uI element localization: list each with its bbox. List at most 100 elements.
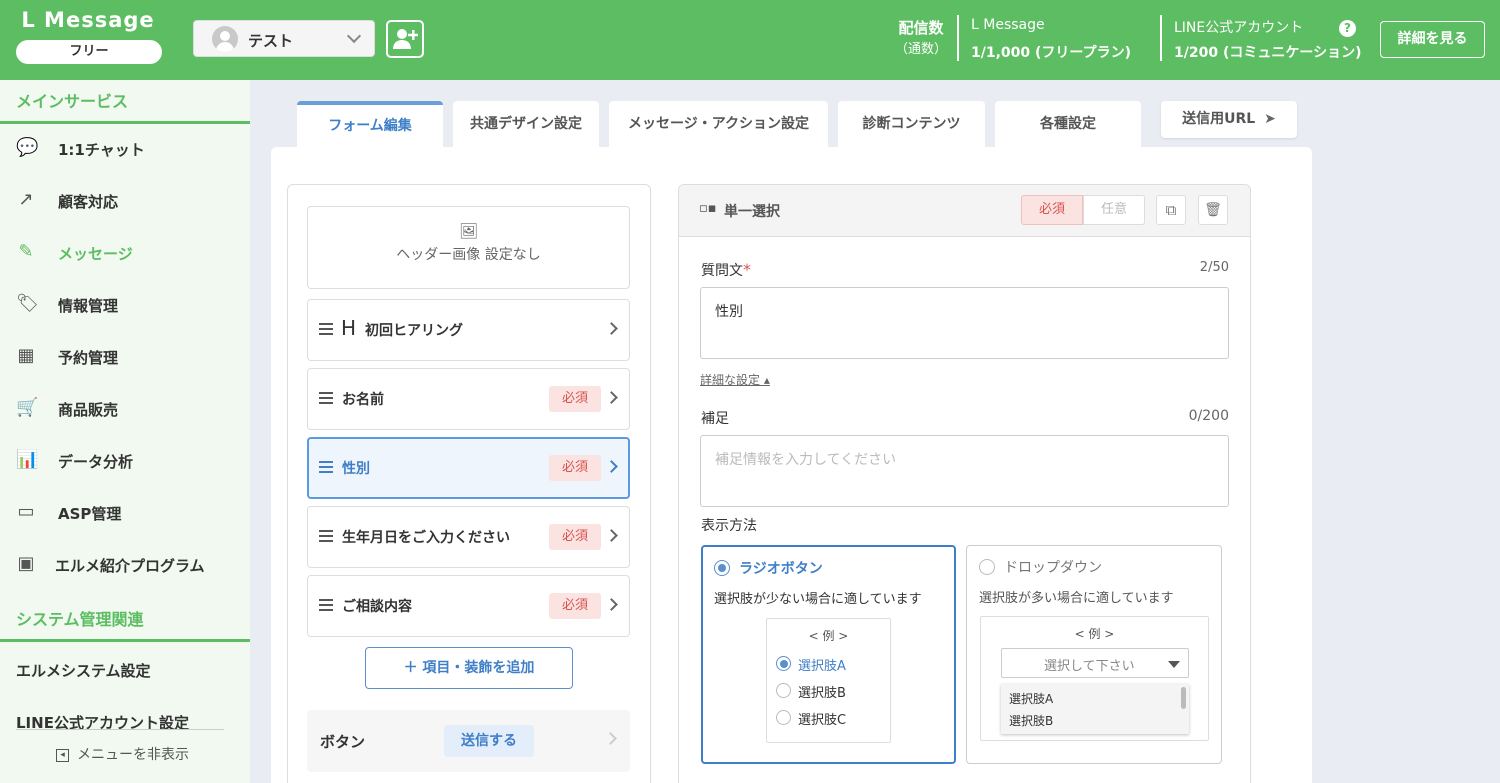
send-url-button[interactable]: 送信用URL ➤ bbox=[1161, 101, 1297, 138]
sidebar-item-info-management[interactable]: 🏷 情報管理 bbox=[0, 280, 250, 332]
sidebar-item-label: メッセージ bbox=[58, 245, 133, 263]
message-edit-icon: ✎ bbox=[18, 241, 34, 262]
sidebar-item-message[interactable]: ✎ メッセージ bbox=[0, 228, 250, 280]
sidebar-item-system-settings[interactable]: エルメシステム設定 bbox=[16, 660, 151, 681]
add-user-icon bbox=[393, 29, 418, 49]
form-item-name[interactable]: お名前 必須 bbox=[307, 368, 630, 430]
sidebar-item-label: 顧客対応 bbox=[58, 193, 119, 211]
advanced-settings-link[interactable]: 詳細な設定 ▴ bbox=[700, 371, 770, 388]
sidebar-item-label: 予約管理 bbox=[58, 349, 119, 367]
chevron-right-icon bbox=[605, 322, 618, 335]
supplement-label: 補足 bbox=[701, 411, 729, 427]
header-image-setting[interactable]: 🖼 ヘッダー画像 設定なし bbox=[307, 206, 630, 289]
radio-example-box: < 例 > 選択肢A 選択肢B 選択肢C bbox=[766, 618, 891, 743]
tag-icon: 🏷 bbox=[16, 293, 39, 314]
tab-form-edit[interactable]: フォーム編集 bbox=[297, 101, 443, 148]
required-badge: 必須 bbox=[549, 455, 601, 481]
caret-up-icon: ▴ bbox=[763, 373, 770, 387]
chevron-down-icon bbox=[346, 28, 362, 44]
avatar bbox=[212, 26, 238, 52]
sidebar-item-chat[interactable]: 💬 1:1チャット bbox=[0, 124, 250, 176]
plan-badge: フリー bbox=[16, 40, 162, 64]
radio-selected[interactable] bbox=[714, 560, 730, 576]
sidebar-item-reservation[interactable]: ▦ 予約管理 bbox=[0, 332, 250, 384]
display-method-label: 表示方法 bbox=[701, 518, 757, 534]
required-toggle[interactable]: 必須 bbox=[1021, 195, 1083, 225]
sidebar-item-label: 商品販売 bbox=[58, 401, 119, 419]
form-item-birthdate[interactable]: 生年月日をご入力ください 必須 bbox=[307, 506, 630, 568]
add-user-button[interactable] bbox=[386, 20, 424, 58]
sidebar-item-product-sales[interactable]: 🛒 商品販売 bbox=[0, 384, 250, 436]
advanced-settings-label: 詳細な設定 bbox=[700, 373, 761, 387]
form-item-gender[interactable]: 性別 必須 bbox=[307, 437, 630, 499]
sidebar-item-referral[interactable]: ▣ エルメ紹介プログラム bbox=[0, 540, 250, 592]
sidebar-item-label: データ分析 bbox=[58, 453, 134, 471]
sidebar-section-system: システム管理関連 bbox=[16, 610, 144, 629]
account-selector[interactable]: テスト bbox=[193, 20, 375, 57]
drag-handle-icon[interactable] bbox=[319, 599, 333, 611]
radio-option-desc: 選択肢が少ない場合に適しています bbox=[714, 592, 922, 607]
delivery-count-label: 配信数 （通数） bbox=[893, 17, 949, 61]
question-char-counter: 2/50 bbox=[1199, 260, 1229, 275]
example-label: < 例 > bbox=[808, 629, 849, 643]
id-badge-icon: ▣ bbox=[17, 553, 35, 574]
calendar-icon: ▦ bbox=[17, 345, 35, 366]
radio-unselected[interactable] bbox=[979, 559, 995, 575]
divider bbox=[16, 729, 224, 730]
single-select-icon: ▫▪ bbox=[699, 201, 717, 216]
delivery-count-title: 配信数 bbox=[898, 19, 944, 37]
sidebar-item-label: ASP管理 bbox=[58, 505, 122, 523]
optional-toggle[interactable]: 任意 bbox=[1083, 195, 1145, 225]
item-type-label: 単一選択 bbox=[724, 204, 780, 220]
collapse-icon: ◂ bbox=[56, 748, 69, 762]
submit-button-setting[interactable]: ボタン 送信する bbox=[307, 710, 630, 772]
tab-settings[interactable]: 各種設定 bbox=[995, 101, 1141, 148]
help-icon[interactable]: ? bbox=[1339, 20, 1356, 37]
example-choice: 選択肢B bbox=[1009, 714, 1054, 728]
select-placeholder: 選択して下さい bbox=[1044, 659, 1135, 674]
details-button[interactable]: 詳細を見る bbox=[1380, 21, 1485, 58]
form-item-label: 性別 bbox=[342, 461, 370, 477]
dropdown-option-desc: 選択肢が多い場合に適しています bbox=[979, 591, 1174, 606]
lmessage-caption: L Message bbox=[971, 17, 1045, 33]
hide-menu-button[interactable]: ◂ メニューを非表示 bbox=[56, 744, 189, 764]
dropdown-option[interactable]: ドロップダウン 選択肢が多い場合に適しています < 例 > 選択して下さい 選択… bbox=[966, 545, 1222, 764]
button-row-label: ボタン bbox=[320, 733, 366, 751]
question-label: 質問文* bbox=[701, 260, 751, 280]
copy-icon[interactable]: ⧉ bbox=[1156, 195, 1186, 225]
drag-handle-icon[interactable] bbox=[319, 461, 333, 473]
sidebar-item-customer-support[interactable]: ↗ 顧客対応 bbox=[0, 176, 250, 228]
drag-handle-icon[interactable] bbox=[319, 530, 333, 542]
question-input[interactable]: 性別 bbox=[700, 287, 1229, 359]
example-select: 選択して下さい bbox=[1001, 648, 1189, 678]
question-label-text: 質問文 bbox=[701, 263, 743, 279]
section-divider bbox=[0, 639, 250, 642]
chevron-right-icon bbox=[604, 732, 617, 745]
sidebar-item-asp[interactable]: ▭ ASP管理 bbox=[0, 488, 250, 540]
arrow-up-right-icon: ↗ bbox=[18, 189, 34, 210]
form-item-label: 生年月日をご入力ください bbox=[342, 530, 510, 546]
radio-button-option[interactable]: ラジオボタン 選択肢が少ない場合に適しています < 例 > 選択肢A 選択肢B … bbox=[701, 545, 956, 764]
form-item-consultation[interactable]: ご相談内容 必須 bbox=[307, 575, 630, 637]
tab-diagnosis[interactable]: 診断コンテンツ bbox=[838, 101, 985, 148]
heading-icon: H bbox=[341, 316, 357, 340]
sidebar-item-data-analysis[interactable]: 📊 データ分析 bbox=[0, 436, 250, 488]
delivery-count-unit: （通数） bbox=[894, 42, 947, 57]
send-icon: ➤ bbox=[1264, 111, 1276, 127]
form-item-heading[interactable]: H 初回ヒアリング bbox=[307, 299, 630, 361]
chevron-right-icon bbox=[605, 391, 618, 404]
tab-message-action[interactable]: メッセージ・アクション設定 bbox=[609, 101, 828, 148]
drag-handle-icon[interactable] bbox=[319, 392, 333, 404]
sidebar-item-label: 情報管理 bbox=[58, 297, 119, 315]
required-badge: 必須 bbox=[549, 524, 601, 550]
image-icon: 🖼 bbox=[458, 222, 479, 240]
tab-common-design[interactable]: 共通デザイン設定 bbox=[453, 101, 599, 148]
supplement-input[interactable]: 補足情報を入力してください bbox=[700, 435, 1229, 507]
hide-menu-label: メニューを非表示 bbox=[77, 747, 189, 763]
form-item-label: お名前 bbox=[342, 392, 384, 408]
form-item-label: 初回ヒアリング bbox=[365, 323, 463, 339]
trash-icon[interactable]: 🗑 bbox=[1198, 195, 1228, 225]
add-item-button[interactable]: ＋ 項目・装飾を追加 bbox=[365, 647, 573, 689]
drag-handle-icon[interactable] bbox=[319, 323, 333, 335]
cart-icon: 🛒 bbox=[16, 397, 39, 418]
